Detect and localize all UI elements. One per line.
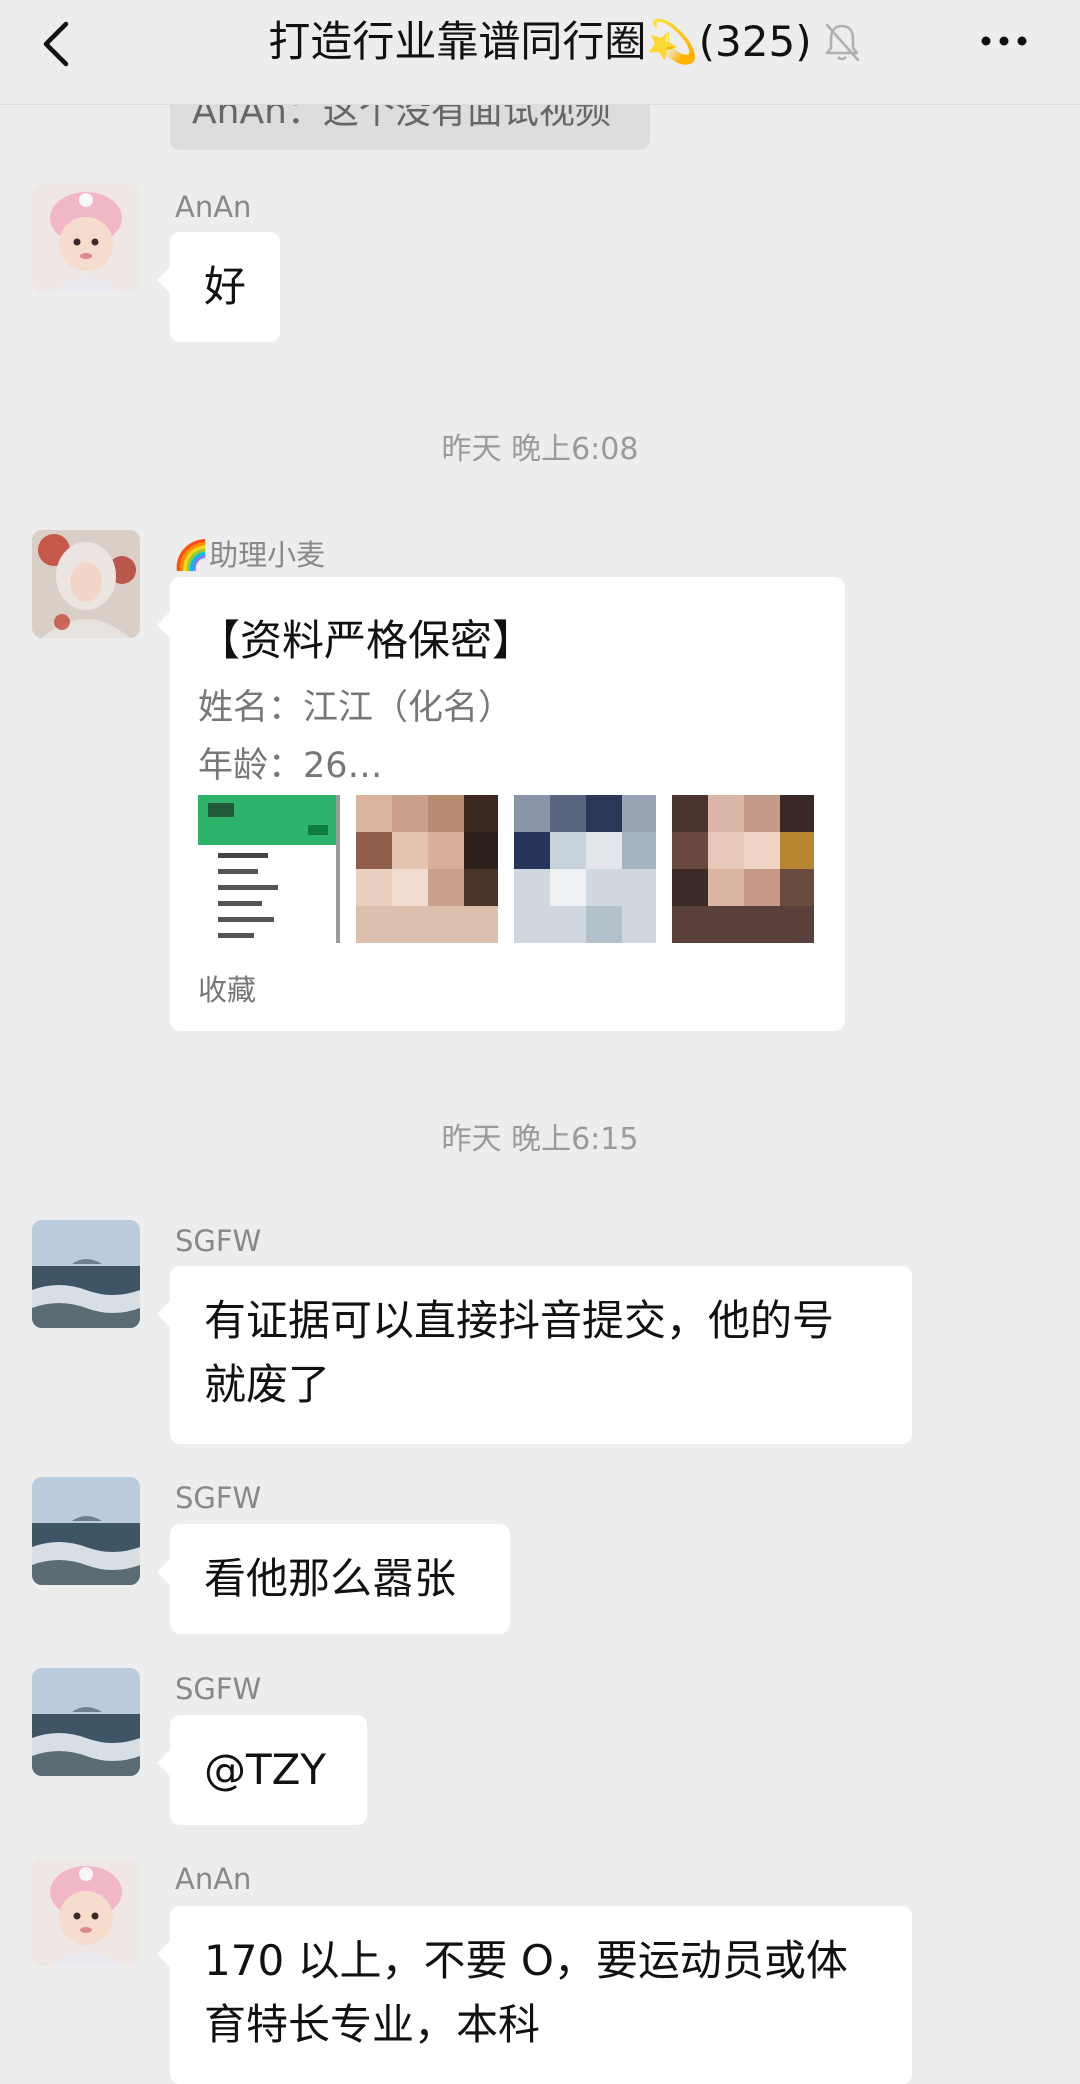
message-bubble[interactable]: 有证据可以直接抖音提交，他的号 就废了 (157, 1266, 912, 1444)
message-bubble[interactable]: 170 以上，不要 O，要运动员或体 育特长专业，本科 (157, 1906, 912, 2084)
message-text: @TZY (204, 1745, 327, 1794)
chat-title: 打造行业靠谱同行圈💫(325) (268, 17, 812, 66)
message-text-line: 有证据可以直接抖音提交，他的号 (204, 1296, 835, 1345)
sender-name: AnAn (175, 1862, 252, 1896)
card-age-line: 年龄：26… (198, 746, 383, 786)
thumbnail-portrait-pixelated[interactable] (672, 795, 814, 943)
chat-area: AnAn：这个没有面试视频 AnAn 好 昨天 晚上6:08 � (0, 0, 1080, 2084)
avatar-sgfw[interactable] (32, 1477, 140, 1585)
timestamp: 昨天 晚上6:08 (441, 432, 639, 467)
avatar-sgfw[interactable] (32, 1668, 140, 1776)
favorite-card[interactable]: 【资料严格保密】 姓名：江江（化名） 年龄：26… 收藏 (157, 577, 845, 1031)
message-text-line: 育特长专业，本科 (204, 2000, 541, 2049)
message-bubble[interactable]: 看他那么嚣张 (157, 1524, 510, 1634)
sender-name: AnAn (175, 190, 252, 224)
chat-header: 打造行业靠谱同行圈💫(325) (0, 0, 1080, 105)
sender-name: SGFW (175, 1481, 262, 1515)
message-bubble[interactable]: @TZY (157, 1715, 367, 1825)
more-options-button[interactable] (972, 16, 1036, 66)
avatar-sgfw[interactable] (32, 1220, 140, 1328)
avatar-assistant[interactable] (32, 530, 140, 638)
timestamp: 昨天 晚上6:15 (441, 1122, 639, 1157)
thumbnail-screenshot[interactable] (198, 795, 340, 943)
message-text-line: 170 以上，不要 O，要运动员或体 (204, 1936, 848, 1985)
avatar-anan[interactable] (32, 1858, 140, 1966)
message-text: 看他那么嚣张 (204, 1554, 457, 1603)
card-source-label: 收藏 (198, 973, 257, 1007)
more-dots-icon (981, 36, 1027, 46)
message-bubble[interactable]: 好 (157, 232, 280, 342)
card-thumbnails (198, 795, 818, 943)
card-name-line: 姓名：江江（化名） (198, 688, 514, 728)
message-text-line: 就废了 (204, 1360, 331, 1409)
sender-name: SGFW (175, 1672, 262, 1706)
thumbnail-beach-pixelated[interactable] (514, 795, 656, 943)
bell-muted-icon (822, 20, 862, 64)
card-title: 【资料严格保密】 (198, 616, 535, 665)
avatar-anan[interactable] (32, 184, 140, 292)
sender-name: SGFW (175, 1224, 262, 1258)
sender-name: 🌈助理小麦 (173, 538, 326, 572)
thumbnail-photo-pixelated[interactable] (356, 795, 498, 943)
message-text: 好 (204, 262, 247, 311)
